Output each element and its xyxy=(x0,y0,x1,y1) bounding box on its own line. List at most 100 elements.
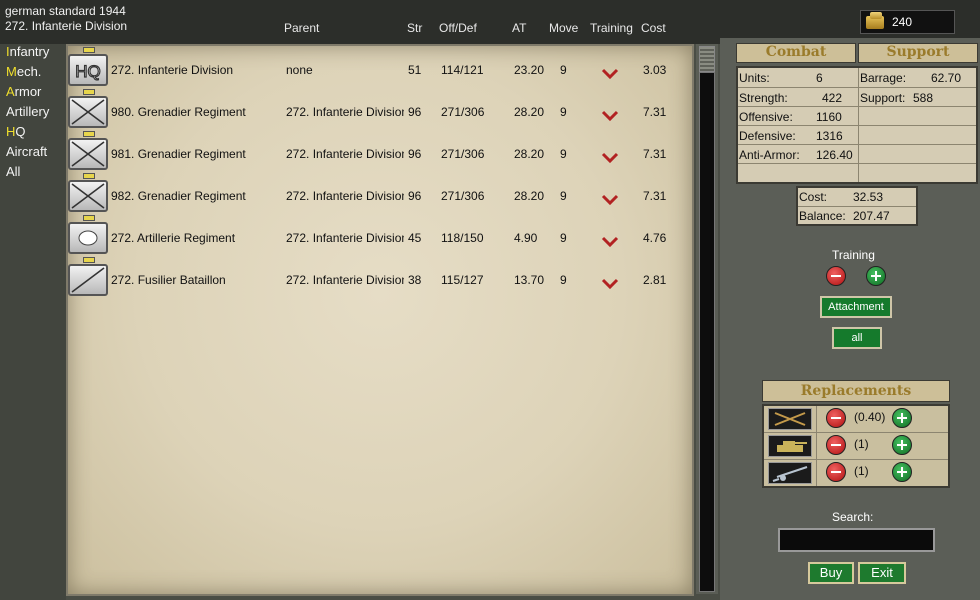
list-scrollbar[interactable] xyxy=(696,44,718,594)
replacement-artillery-icon xyxy=(768,462,812,484)
unit-move: 9 xyxy=(560,273,567,287)
col-at[interactable]: AT xyxy=(512,21,526,35)
stat-support-label: Support: xyxy=(860,91,906,105)
unit-size-icon xyxy=(83,215,95,221)
replacement-infantry-value: (0.40) xyxy=(854,410,886,424)
unit-at: 13.70 xyxy=(514,273,545,287)
replacement-artillery-plus[interactable] xyxy=(892,462,912,482)
category-all[interactable]: All xyxy=(6,164,20,179)
buy-button[interactable]: Buy xyxy=(808,562,854,584)
scrollbar-track[interactable] xyxy=(699,72,715,592)
col-str[interactable]: Str xyxy=(407,21,422,35)
stat-defensive-label: Defensive: xyxy=(739,129,796,143)
col-training[interactable]: Training xyxy=(590,21,633,35)
money-display: 240 xyxy=(860,10,955,34)
unit-size-icon xyxy=(83,89,95,95)
unit-cost: 7.31 xyxy=(643,147,667,161)
search-input[interactable] xyxy=(778,528,935,552)
gold-icon xyxy=(866,12,884,29)
training-chevron-icon[interactable] xyxy=(601,194,619,206)
stat-units-value: 6 xyxy=(816,71,823,85)
unit-cost: 4.76 xyxy=(643,231,667,245)
table-row[interactable]: 272. Fusilier Bataillon 272. Infanterie D… xyxy=(68,257,692,302)
unit-name: 272. Artillerie Regiment xyxy=(111,231,236,245)
training-label: Training xyxy=(832,248,875,262)
unit-strength: 45 xyxy=(408,231,422,245)
unit-at: 23.20 xyxy=(514,63,545,77)
exit-button[interactable]: Exit xyxy=(858,562,906,584)
stat-support-value: 588 xyxy=(913,91,934,105)
col-parent[interactable]: Parent xyxy=(284,21,319,35)
cost-table: Cost: 32.53 Balance: 207.47 xyxy=(796,186,918,226)
unit-name: 980. Grenadier Regiment xyxy=(111,105,246,119)
training-chevron-icon[interactable] xyxy=(601,152,619,164)
training-chevron-icon[interactable] xyxy=(601,236,619,248)
replacement-infantry-icon xyxy=(768,408,812,430)
unit-size-icon xyxy=(83,173,95,179)
summary-panel: Combat Support Units: 6 Strength: 422 Of… xyxy=(720,38,980,600)
training-chevron-icon[interactable] xyxy=(601,278,619,290)
table-row[interactable]: HQ 272. Infanterie Division none 51 114/121 2… xyxy=(68,47,692,92)
cost-label: Cost: xyxy=(799,190,828,204)
unit-at: 4.90 xyxy=(514,231,538,245)
category-armor[interactable]: Armor xyxy=(6,84,41,99)
replacements-table: (0.40) (1) (1) xyxy=(762,404,950,488)
replacement-tank-value: (1) xyxy=(854,437,869,451)
unit-offdef: 271/306 xyxy=(441,147,485,161)
stat-barrage-value: 62.70 xyxy=(931,71,962,85)
training-plus-button[interactable] xyxy=(866,266,886,286)
support-header: Support xyxy=(858,43,978,63)
unit-strength: 38 xyxy=(408,273,422,287)
all-button[interactable]: all xyxy=(832,327,882,349)
scenario-title: german standard 1944 xyxy=(5,4,126,18)
table-row[interactable]: 272. Artillerie Regiment 272. Infanterie … xyxy=(68,215,692,260)
stat-strength-value: 422 xyxy=(822,91,843,105)
unit-parent: 272. Infanterie Division xyxy=(286,231,404,245)
attachment-button[interactable]: Attachment xyxy=(820,296,892,318)
replacement-tank-minus[interactable] xyxy=(826,435,846,455)
stat-units-label: Units: xyxy=(739,71,770,85)
category-aircraft[interactable]: Aircraft xyxy=(6,144,47,159)
unit-offdef: 115/127 xyxy=(441,273,484,287)
unit-at: 28.20 xyxy=(514,189,545,203)
col-cost[interactable]: Cost xyxy=(641,21,666,35)
category-mech[interactable]: Mech. xyxy=(6,64,41,79)
money-value: 240 xyxy=(892,15,913,29)
balance-value: 207.47 xyxy=(853,209,890,223)
category-hq[interactable]: HQ xyxy=(6,124,26,139)
unit-list: HQ 272. Infanterie Division none 51 114/121 2… xyxy=(66,44,694,596)
table-row[interactable]: 982. Grenadier Regiment 272. Infanterie D… xyxy=(68,173,692,218)
unit-size-icon xyxy=(83,47,95,53)
balance-label: Balance: xyxy=(799,209,846,223)
stat-offensive-value: 1160 xyxy=(816,110,842,124)
unit-move: 9 xyxy=(560,189,567,203)
col-move[interactable]: Move xyxy=(549,21,578,35)
unit-offdef: 271/306 xyxy=(441,189,485,203)
col-offdef[interactable]: Off/Def xyxy=(439,21,477,35)
category-infantry[interactable]: Infantry xyxy=(6,44,49,59)
replacement-tank-plus[interactable] xyxy=(892,435,912,455)
unit-cost: 7.31 xyxy=(643,105,667,119)
unit-move: 9 xyxy=(560,231,567,245)
table-row[interactable]: 981. Grenadier Regiment 272. Infanterie D… xyxy=(68,131,692,176)
stat-strength-label: Strength: xyxy=(739,91,788,105)
unit-cost: 7.31 xyxy=(643,189,667,203)
fusilier-unit-icon xyxy=(68,264,108,296)
unit-move: 9 xyxy=(560,147,567,161)
unit-strength: 96 xyxy=(408,189,422,203)
training-minus-button[interactable] xyxy=(826,266,846,286)
table-row[interactable]: 980. Grenadier Regiment 272. Infanterie D… xyxy=(68,89,692,134)
stat-antiarmor-value: 126.40 xyxy=(816,148,853,162)
replacement-infantry-plus[interactable] xyxy=(892,408,912,428)
replacements-header: Replacements xyxy=(762,380,950,402)
category-artillery[interactable]: Artillery xyxy=(6,104,49,119)
replacement-infantry-minus[interactable] xyxy=(826,408,846,428)
training-chevron-icon[interactable] xyxy=(601,68,619,80)
replacement-artillery-minus[interactable] xyxy=(826,462,846,482)
training-chevron-icon[interactable] xyxy=(601,110,619,122)
replacement-artillery-value: (1) xyxy=(854,464,869,478)
scrollbar-thumb[interactable] xyxy=(699,46,715,72)
combat-header: Combat xyxy=(736,43,856,63)
unit-name: 272. Fusilier Bataillon xyxy=(111,273,226,287)
unit-parent: none xyxy=(286,63,313,77)
